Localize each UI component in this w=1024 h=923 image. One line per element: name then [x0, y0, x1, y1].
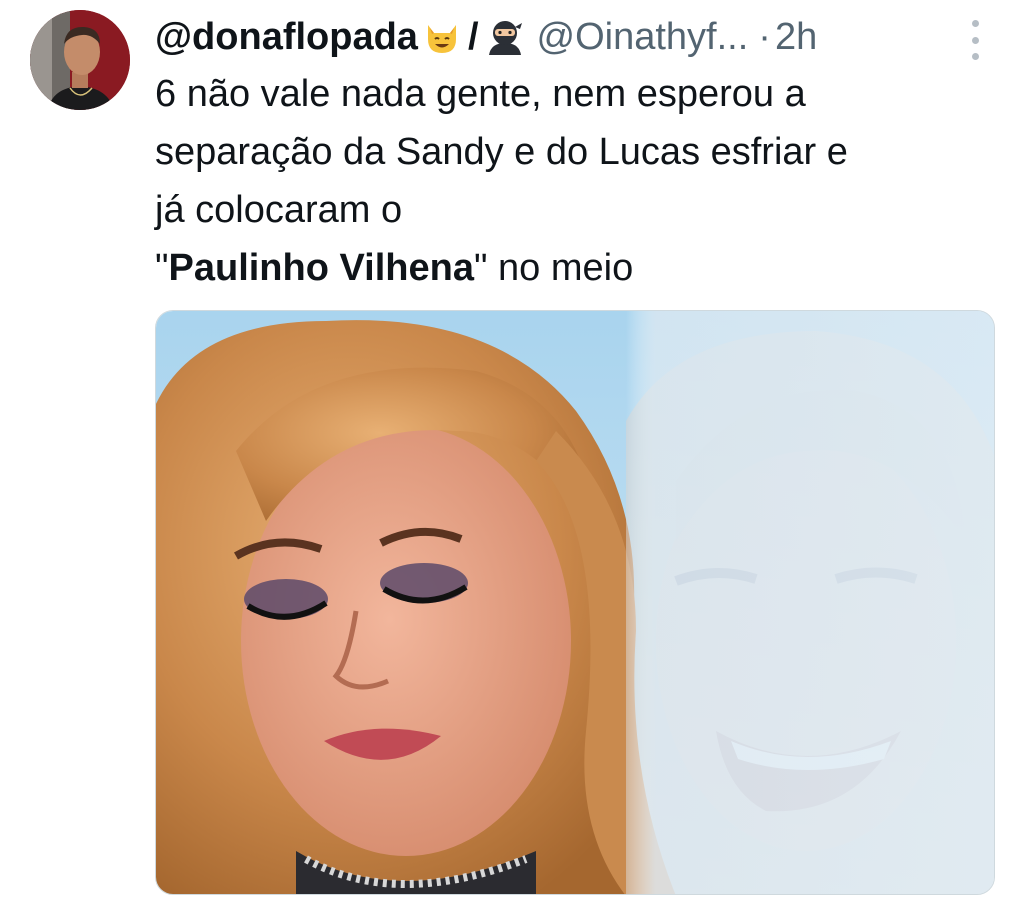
tweet-text-line: já colocaram o [155, 189, 403, 231]
tweet-text: 6 não vale nada gente, nem esperou a sep… [155, 65, 995, 297]
cat-face-emoji [422, 17, 462, 57]
meme-image-art [156, 311, 994, 894]
name-separator: / [467, 15, 479, 58]
dot-separator: · [758, 15, 771, 58]
tweet-header: @donaflopada / @Oinathyf... · 2h [155, 12, 817, 62]
username[interactable]: @Oinathyf... [537, 16, 749, 59]
more-dot [971, 53, 979, 60]
tweet-text-line: separação da Sandy e do Lucas esfriar e [155, 131, 848, 173]
profile-avatar-image [30, 10, 130, 110]
more-dot [971, 20, 979, 27]
text-rest: " no meio [473, 247, 634, 289]
display-name[interactable]: @donaflopada [155, 16, 418, 59]
tweet-text-line: 6 não vale nada gente, nem esperou a [155, 73, 806, 115]
more-dot [971, 36, 979, 44]
timestamp[interactable]: 2h [775, 16, 817, 59]
tweet: @donaflopada / @Oinathyf... · 2h 6 não v… [0, 0, 1024, 923]
quote-open: " [155, 247, 169, 289]
ninja-emoji [485, 17, 525, 57]
more-vertical-icon[interactable] [960, 20, 990, 60]
bold-name: Paulinho Vilhena [168, 247, 474, 289]
meme-image[interactable] [155, 310, 995, 895]
avatar[interactable] [30, 10, 130, 110]
tweet-text-line: "Paulinho Vilhena" no meio [155, 239, 995, 297]
